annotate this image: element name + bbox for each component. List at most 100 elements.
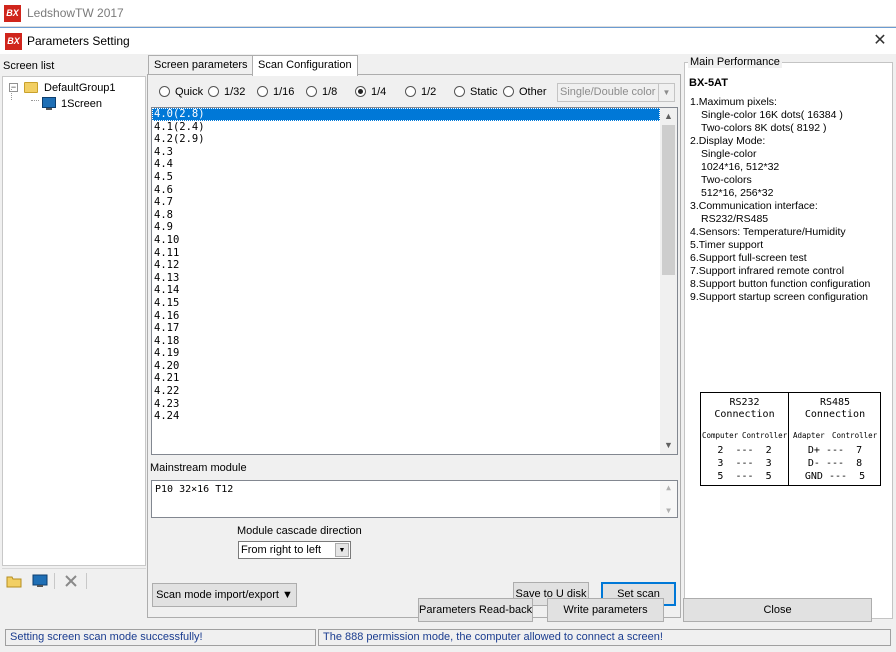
scan-list-item[interactable]: 4.4 — [152, 158, 660, 171]
radio-1-32[interactable]: 1/32 — [208, 85, 245, 99]
scan-list-item[interactable]: 4.0(2.8) — [152, 108, 660, 121]
scan-list-item[interactable]: 4.10 — [152, 234, 660, 247]
cascade-direction-select[interactable]: From right to left ▼ — [238, 541, 351, 559]
performance-line: 2.Display Mode: — [690, 135, 766, 147]
scan-list-item[interactable]: 4.3 — [152, 146, 660, 159]
scan-list-item[interactable]: 4.21 — [152, 372, 660, 385]
performance-line: 8.Support button function configuration — [690, 278, 871, 290]
performance-line: 512*16, 256*32 — [701, 187, 774, 199]
parameters-read-back-button[interactable]: Parameters Read-back — [418, 598, 533, 622]
screen-name: 1Screen — [61, 96, 102, 112]
performance-line: 3.Communication interface: — [690, 200, 818, 212]
performance-line: 9.Support startup screen configuration — [690, 291, 869, 303]
rs232-right-header: Controller — [742, 431, 788, 440]
performance-line: Single-color — [701, 148, 757, 160]
mainstream-module-field[interactable]: P10 32×16 T12 ▲ ▼ — [151, 480, 678, 518]
radio-dot — [503, 86, 514, 97]
scan-list-item[interactable]: 4.17 — [152, 322, 660, 335]
performance-line: 1024*16, 512*32 — [701, 161, 780, 173]
radio-1-8[interactable]: 1/8 — [306, 85, 337, 99]
write-parameters-button[interactable]: Write parameters — [547, 598, 664, 622]
tab-scan-configuration[interactable]: Scan Configuration — [252, 55, 358, 76]
cascade-direction-value: From right to left — [241, 544, 322, 556]
screen-list-label: Screen list — [3, 60, 55, 72]
mainstream-scrollbar: ▲ ▼ — [660, 481, 677, 517]
performance-line: 6.Support full-screen test — [690, 252, 807, 264]
close-button[interactable]: Close — [683, 598, 872, 622]
performance-line: 4.Sensors: Temperature/Humidity — [690, 226, 846, 238]
add-group-folder-icon[interactable] — [6, 573, 22, 589]
color-mode-select[interactable]: Single/Double color ▼ — [557, 83, 675, 102]
rs232-connection: RS232 Connection Computer Controller 2 -… — [701, 393, 789, 485]
performance-line: RS232/RS485 — [701, 213, 769, 225]
performance-line: Single-color 16K dots( 16384 ) — [701, 109, 843, 121]
chevron-down-icon: ▼ — [658, 84, 674, 101]
rs485-row: D- --- 8 — [807, 458, 863, 469]
chevron-down-icon: ▼ — [335, 543, 349, 557]
scan-list-item[interactable]: 4.1(2.4) — [152, 121, 660, 134]
scan-mode-list[interactable]: 4.0(2.8) 4.1(2.4) 4.2(2.9) 4.3 4.4 4.5 4.6 4.7 4… — [151, 107, 678, 455]
app-title-bar: BX LedshowTW 2017 — [0, 0, 896, 27]
delete-icon[interactable] — [63, 573, 79, 589]
radio-dot — [355, 86, 366, 97]
group-name: DefaultGroup1 — [44, 82, 116, 94]
radio-1-4[interactable]: 1/4 — [355, 85, 386, 99]
scan-list-item[interactable]: 4.12 — [152, 259, 660, 272]
scan-list-item[interactable]: 4.2(2.9) — [152, 133, 660, 146]
toolbar-divider — [54, 573, 55, 589]
rs485-title: RS485 — [819, 397, 851, 408]
scan-list-item[interactable]: 4.18 — [152, 335, 660, 348]
scan-list-item[interactable]: 4.9 — [152, 221, 660, 234]
performance-line: Two-colors — [701, 174, 752, 186]
screen-tree[interactable]: − DefaultGroup1 1Screen — [2, 76, 146, 566]
scan-list-item[interactable]: 4.7 — [152, 196, 660, 209]
performance-line: 1.Maximum pixels: — [690, 96, 777, 108]
scan-list-item[interactable]: 4.6 — [152, 184, 660, 197]
dialog-title-bar: BX Parameters Setting ✕ — [0, 28, 896, 54]
scan-list-item[interactable]: 4.16 — [152, 310, 660, 323]
add-screen-monitor-icon[interactable] — [32, 573, 48, 589]
scan-list-item[interactable]: 4.24 — [152, 410, 660, 423]
scan-import-export-button[interactable]: Scan mode import/export ▼ — [152, 583, 297, 607]
rs232-row: 5 --- 5 — [717, 471, 772, 482]
scan-list-scrollbar[interactable]: ▲ ▼ — [660, 108, 677, 454]
tab-screen-parameters[interactable]: Screen parameters — [148, 55, 254, 75]
scan-list-item[interactable]: 4.13 — [152, 272, 660, 285]
main-performance-group: Main Performance BX-5AT 1.Maximum pixels… — [684, 56, 893, 619]
main-performance-legend: Main Performance — [688, 56, 782, 68]
radio-static[interactable]: Static — [454, 85, 498, 99]
scrollbar-thumb[interactable] — [662, 125, 675, 275]
radio-1-16[interactable]: 1/16 — [257, 85, 294, 99]
tree-group-row[interactable]: − DefaultGroup1 — [6, 80, 144, 96]
scan-list-item[interactable]: 4.23 — [152, 398, 660, 411]
screen-list-toolbar — [2, 568, 146, 592]
radio-1-2[interactable]: 1/2 — [405, 85, 436, 99]
scan-list-item[interactable]: 4.14 — [152, 284, 660, 297]
radio-dot — [208, 86, 219, 97]
performance-line: 5.Timer support — [690, 239, 764, 251]
scan-list-item[interactable]: 4.15 — [152, 297, 660, 310]
dialog-title: Parameters Setting — [27, 34, 130, 48]
radio-dot — [454, 86, 465, 97]
radio-quick[interactable]: Quick — [159, 85, 203, 99]
scan-list-item[interactable]: 4.19 — [152, 347, 660, 360]
radio-dot — [159, 86, 170, 97]
scan-list-item[interactable]: 4.22 — [152, 385, 660, 398]
dialog-close-icon[interactable]: ✕ — [870, 31, 890, 51]
scroll-up-icon[interactable]: ▲ — [660, 108, 677, 125]
tree-screen-row[interactable]: 1Screen — [39, 96, 105, 112]
scan-list-item[interactable]: 4.11 — [152, 247, 660, 260]
scan-list-item[interactable]: 4.8 — [152, 209, 660, 222]
status-left: Setting screen scan mode successfully! — [5, 629, 316, 646]
radio-other[interactable]: Other — [503, 85, 547, 99]
scroll-down-icon[interactable]: ▼ — [660, 437, 677, 454]
scroll-up-icon: ▲ — [666, 483, 671, 492]
rs485-left-header: Adapter — [793, 431, 825, 440]
scan-list-item[interactable]: 4.5 — [152, 171, 660, 184]
mainstream-module-label: Mainstream module — [150, 462, 247, 474]
toolbar-divider — [86, 573, 87, 589]
tree-line — [11, 89, 12, 100]
tree-line — [31, 100, 39, 101]
scan-list-item[interactable]: 4.20 — [152, 360, 660, 373]
dialog-logo: BX — [5, 33, 22, 50]
